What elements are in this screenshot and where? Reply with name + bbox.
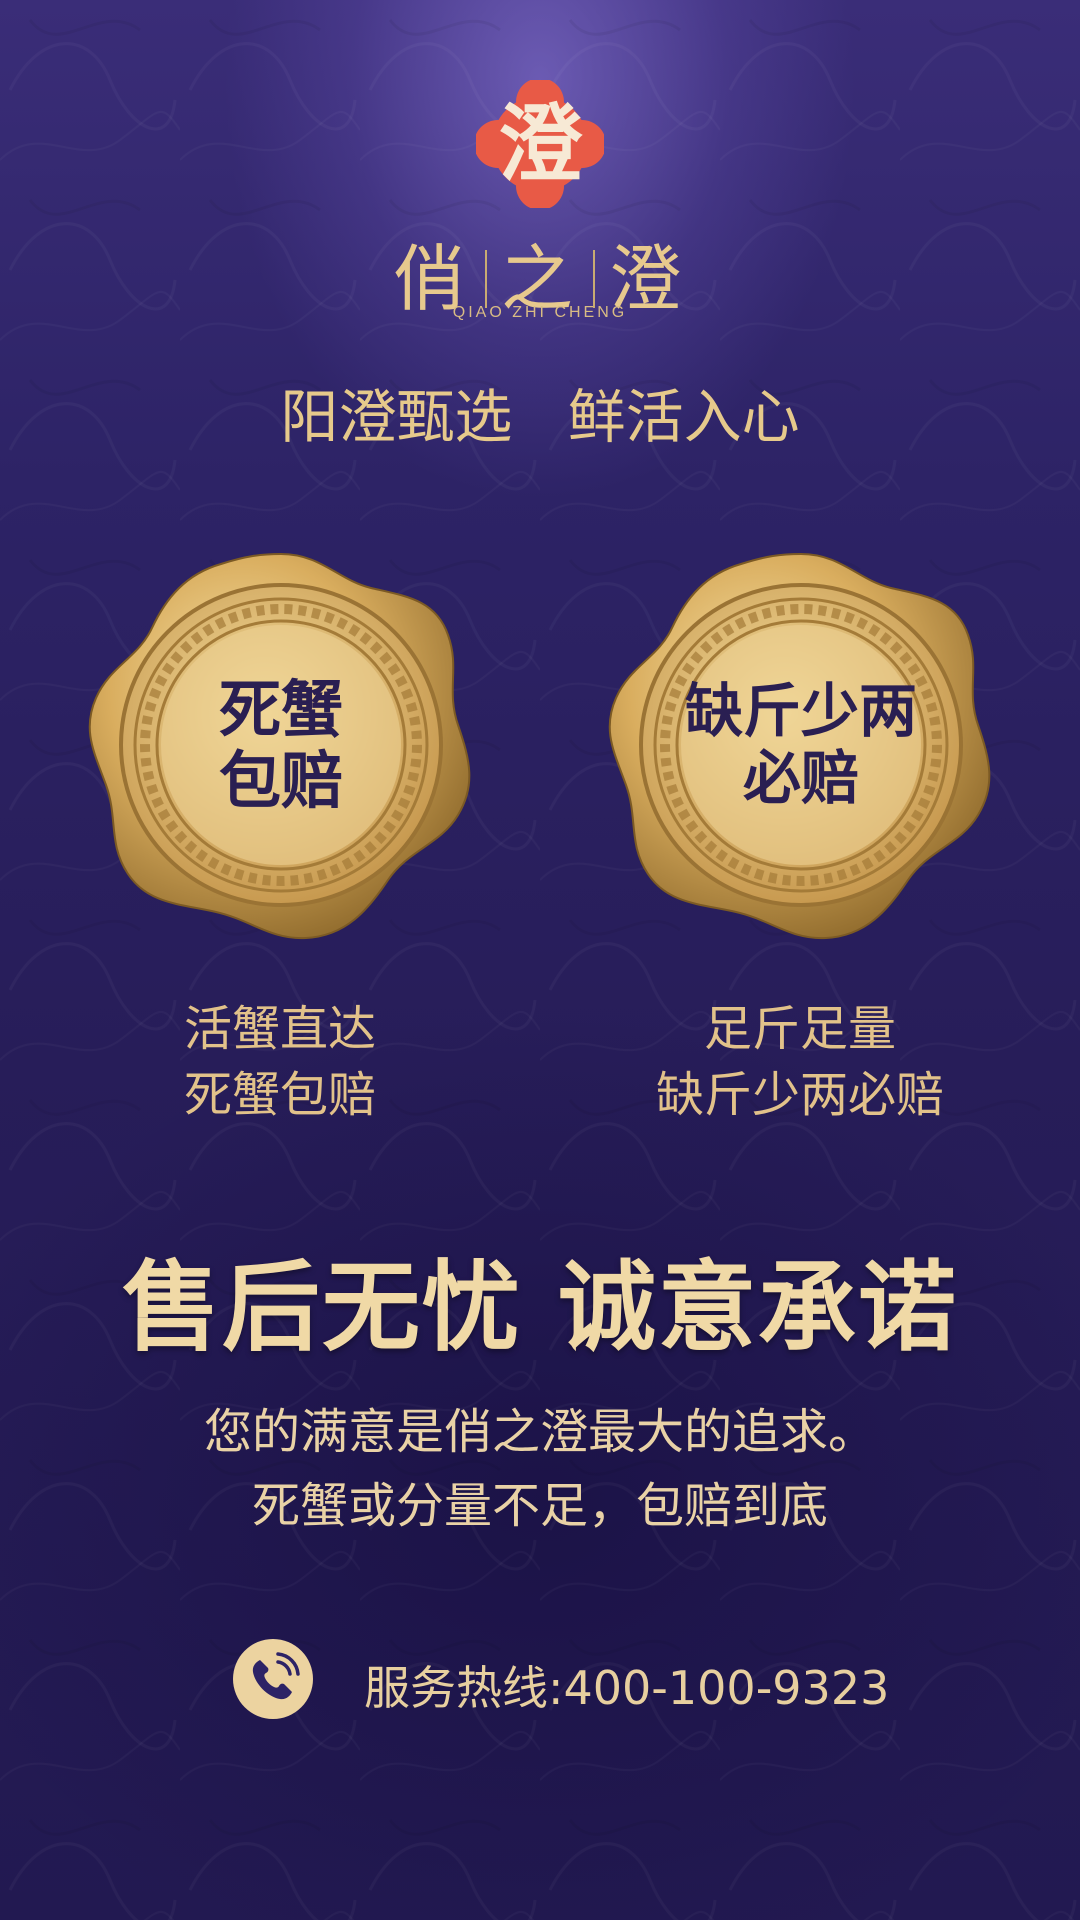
brand-subtitle: QIAO ZHI CHENG (452, 304, 628, 321)
body-text-line1: 您的满意是俏之澄最大的追求。 (203, 1404, 876, 1460)
seal-label-line2: 包赔 (218, 744, 343, 817)
seal-label: 死蟹 包赔 (76, 540, 486, 950)
guarantee-seal-dead-crab: 死蟹 包赔 (76, 540, 486, 950)
seal-label: 缺斤少两 必赔 (596, 540, 1006, 950)
phone-icon[interactable] (232, 1638, 314, 1720)
guarantee-seal-short-weight: 缺斤少两 必赔 (596, 540, 1006, 950)
seal-label-line1: 缺斤少两 (684, 677, 917, 746)
feature-line: 死蟹包赔 (183, 1067, 376, 1123)
seal-label-line1: 死蟹 (218, 672, 343, 746)
feature-description-right: 足斤足量 缺斤少两必赔 (600, 996, 1000, 1128)
brand-logo: 澄 俏之澄 QIAO ZHI CHENG (0, 72, 1080, 332)
feature-line: 缺斤少两必赔 (655, 1067, 944, 1123)
tagline: 阳澄甄选 鲜活入心 (280, 383, 800, 451)
body-text-line2: 死蟹或分量不足，包赔到底 (251, 1478, 828, 1534)
feature-description-left: 活蟹直达 死蟹包赔 (100, 996, 460, 1128)
headline: 售后无忧 诚意承诺 (121, 1250, 959, 1365)
logo-seal-character: 澄 (497, 94, 582, 193)
feature-line: 活蟹直达 (183, 1001, 376, 1057)
service-hotline[interactable]: 服务热线:400-100-9323 (364, 1652, 889, 1718)
feature-line: 足斤足量 (703, 1001, 896, 1057)
seal-label-line2: 必赔 (742, 744, 859, 812)
brand-name-divider (484, 250, 487, 308)
brand-name-divider (593, 250, 595, 308)
